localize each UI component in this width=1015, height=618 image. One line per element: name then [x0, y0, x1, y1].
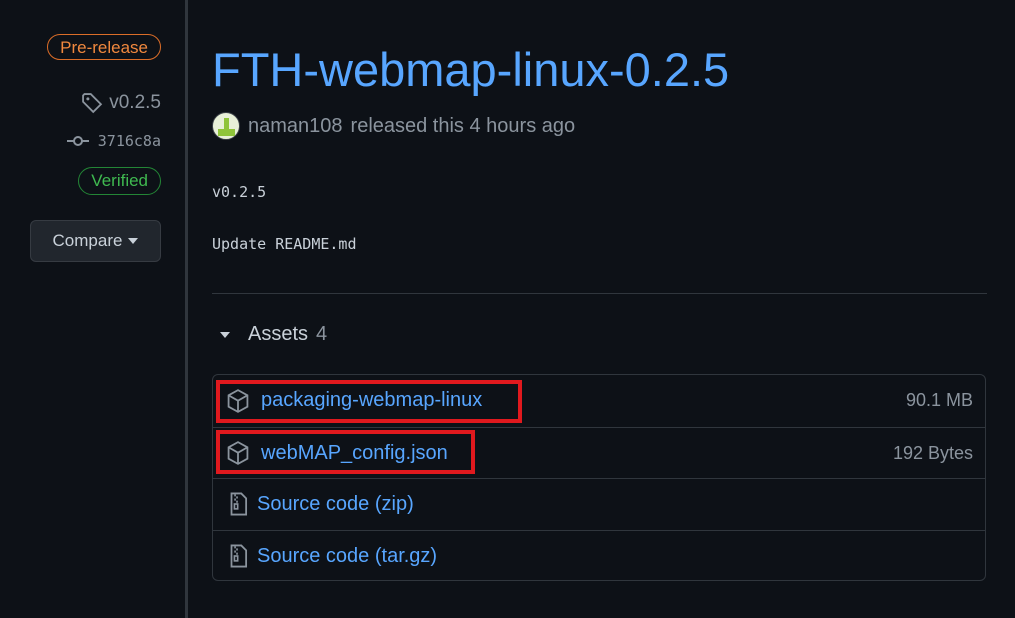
verified-badge[interactable]: Verified	[78, 167, 161, 195]
file-zip-icon	[230, 492, 248, 516]
release-notes-line: v0.2.5	[212, 183, 267, 201]
release-notes-line: Update README.md	[212, 235, 357, 253]
highlight-box	[216, 380, 522, 423]
asset-link[interactable]: Source code (tar.gz)	[257, 545, 437, 568]
commit-sha: 3716c8a	[97, 132, 161, 150]
asset-size: 90.1 MB	[905, 390, 973, 410]
timeline-divider	[185, 0, 188, 618]
release-author-row: naman108 released this 4 hours ago	[212, 112, 575, 140]
caret-down-icon	[220, 331, 230, 338]
avatar[interactable]	[212, 112, 240, 140]
compare-label: Compare	[52, 231, 123, 250]
release-page: Pre-release v0.2.5 3716c8a Verified Comp…	[0, 0, 1015, 618]
highlight-box	[216, 430, 475, 474]
commit-icon	[66, 136, 89, 146]
asset-size: 192 Bytes	[892, 442, 973, 463]
release-sidebar: Pre-release v0.2.5 3716c8a Verified Comp…	[0, 0, 185, 618]
assets-count: 4	[316, 323, 328, 345]
tag-name: v0.2.5	[109, 92, 161, 113]
commit-link[interactable]: 3716c8a	[66, 132, 161, 150]
release-title[interactable]: FTH-webmap-linux-0.2.5	[212, 40, 729, 100]
asset-row: Source code (zip)	[213, 478, 985, 529]
tag-link[interactable]: v0.2.5	[81, 92, 161, 114]
tag-icon	[82, 93, 103, 114]
assets-toggle[interactable]: Assets 4	[220, 323, 327, 346]
author-link[interactable]: naman108	[248, 115, 343, 138]
asset-row: Source code (tar.gz)	[213, 530, 985, 581]
caret-down-icon	[128, 238, 139, 244]
compare-button[interactable]: Compare	[30, 220, 161, 262]
section-divider	[212, 293, 987, 294]
file-zip-icon	[230, 544, 248, 568]
released-text: released this 4 hours ago	[350, 114, 576, 137]
prerelease-badge: Pre-release	[47, 34, 161, 60]
assets-title: Assets	[248, 323, 309, 345]
asset-link[interactable]: Source code (zip)	[257, 493, 414, 516]
